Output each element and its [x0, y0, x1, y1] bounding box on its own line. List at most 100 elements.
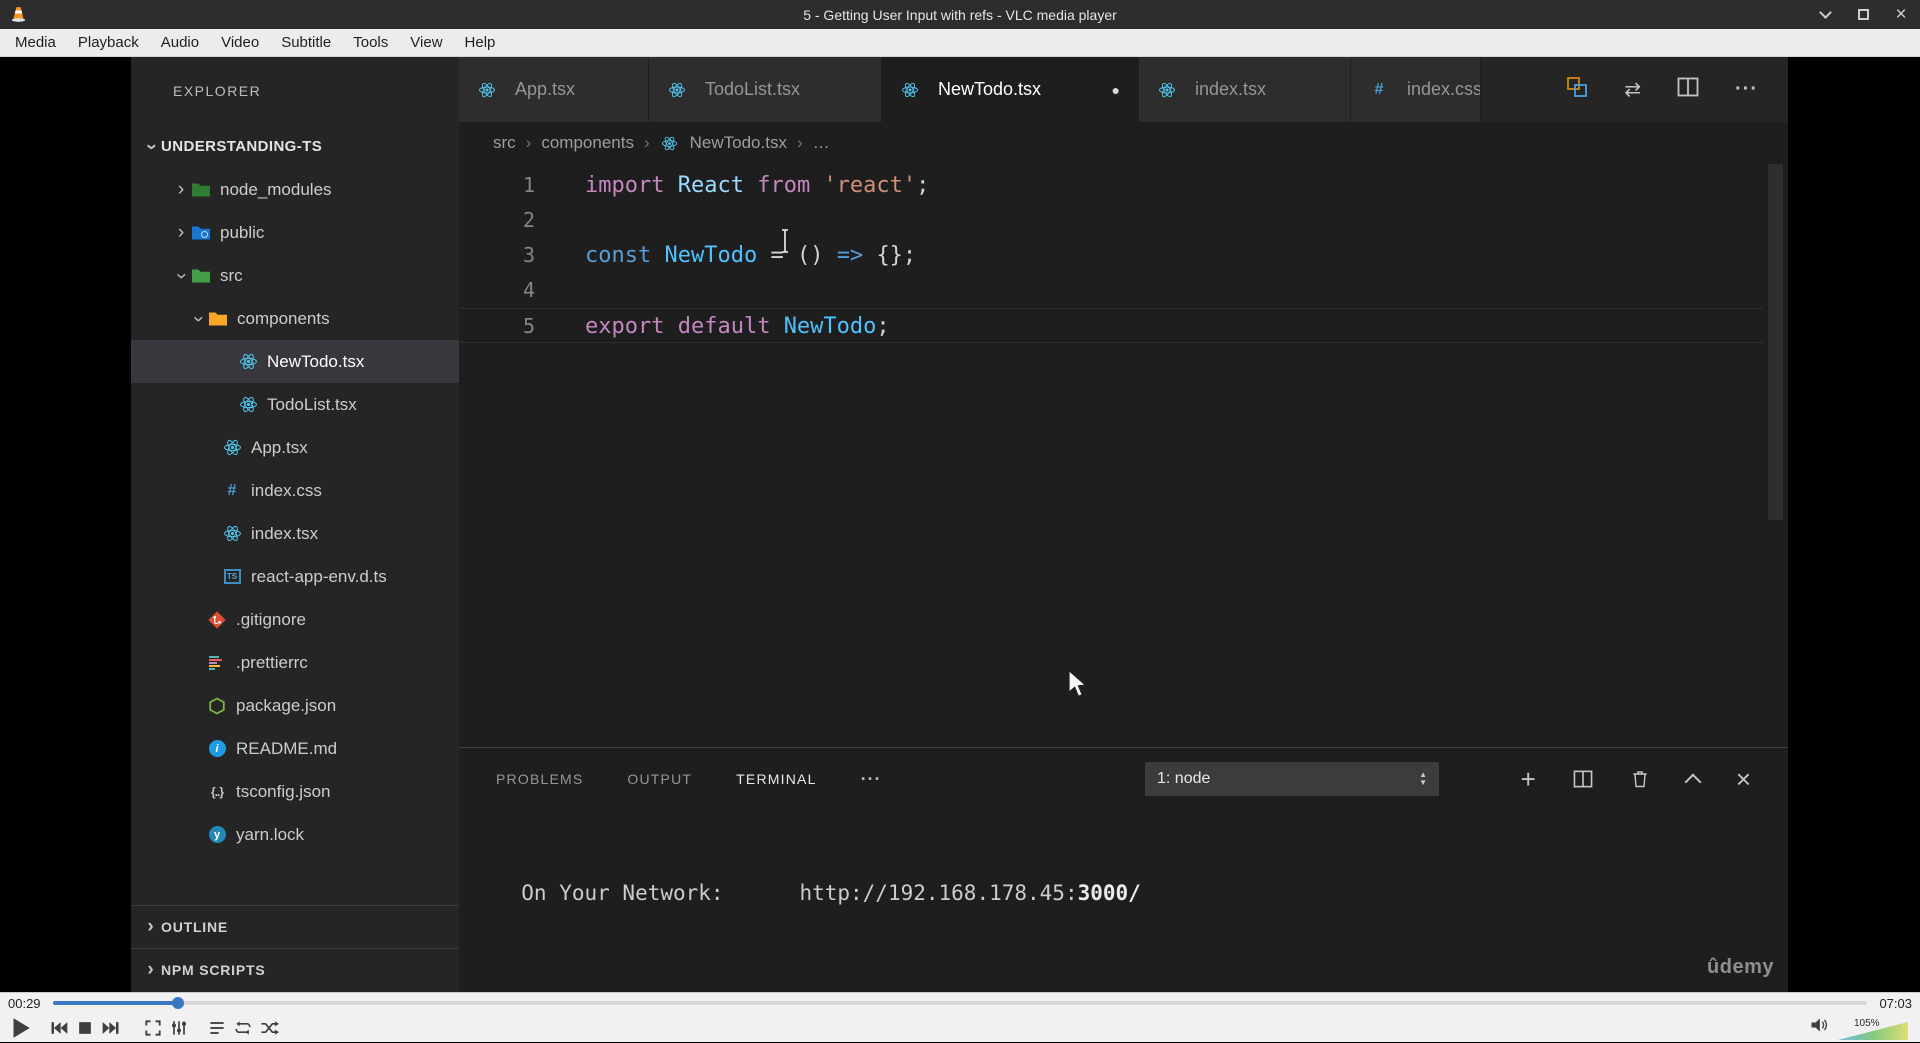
- tab-index-css[interactable]: # index.css: [1351, 57, 1481, 122]
- video-display[interactable]: EXPLORER › UNDERSTANDING-TS › node_modul…: [0, 57, 1920, 992]
- code-line-3: 3 const NewTodo = () => {};: [459, 238, 1763, 273]
- code-line-2: 2: [459, 203, 1763, 238]
- next-button[interactable]: [101, 1018, 121, 1038]
- css-icon: #: [1374, 80, 1384, 98]
- seek-slider[interactable]: [52, 997, 1868, 1009]
- fullscreen-button[interactable]: [143, 1018, 163, 1038]
- tab-output[interactable]: OUTPUT: [627, 771, 692, 787]
- window-title: 5 - Getting User Input with refs - VLC m…: [803, 6, 1117, 23]
- react-icon: [222, 438, 242, 458]
- react-icon: [1157, 80, 1177, 100]
- more-actions-icon[interactable]: ···: [1735, 78, 1758, 101]
- bottom-panel: PROBLEMS OUTPUT TERMINAL ··· 1: node ▲ ▼ …: [459, 747, 1788, 992]
- tree-item-public[interactable]: › public: [131, 211, 459, 254]
- menu-tools[interactable]: Tools: [342, 34, 399, 51]
- react-icon: [222, 524, 242, 544]
- volume-control: 105%: [1808, 1016, 1908, 1040]
- minimize-button[interactable]: [1816, 6, 1834, 24]
- previous-button[interactable]: [49, 1018, 69, 1038]
- tree-item-react-app-env[interactable]: TS react-app-env.d.ts: [131, 555, 459, 598]
- terminal-shell-select[interactable]: 1: node ▲ ▼: [1145, 762, 1439, 796]
- tree-item-readme-md[interactable]: i README.md: [131, 727, 459, 770]
- section-outline[interactable]: › OUTLINE: [131, 905, 459, 948]
- seek-fill: [52, 1001, 178, 1005]
- tree-item-src[interactable]: › src: [131, 254, 459, 297]
- tab-problems[interactable]: PROBLEMS: [496, 771, 583, 787]
- tab-app-tsx[interactable]: App.tsx: [459, 57, 649, 122]
- section-npm-scripts[interactable]: › NPM SCRIPTS: [131, 948, 459, 991]
- tree-root-label: UNDERSTANDING-TS: [161, 138, 323, 155]
- maximize-button[interactable]: [1854, 6, 1872, 24]
- tab-todolist-tsx[interactable]: TodoList.tsx: [649, 57, 882, 122]
- menu-media[interactable]: Media: [4, 34, 67, 51]
- menu-video[interactable]: Video: [210, 34, 270, 51]
- line-number: 4: [522, 278, 535, 302]
- code-editor[interactable]: 1 import React from 'react'; 2 3 const N…: [459, 164, 1763, 747]
- shell-select-value: 1: node: [1157, 770, 1211, 787]
- tree-item-gitignore[interactable]: .gitignore: [131, 598, 459, 641]
- stop-button[interactable]: [75, 1018, 95, 1038]
- breadcrumb-components[interactable]: components: [541, 133, 634, 153]
- vlc-menubar: Media Playback Audio Video Subtitle Tool…: [0, 29, 1920, 57]
- menu-view[interactable]: View: [399, 34, 453, 51]
- tree-item-index-css[interactable]: # index.css: [131, 469, 459, 512]
- folder-node-modules-icon: [191, 180, 211, 200]
- open-changes-icon[interactable]: [1566, 76, 1588, 103]
- chevron-right-icon: ›: [177, 178, 185, 200]
- terminal-output[interactable]: On Your Network: http://192.168.178.45:3…: [496, 826, 1778, 992]
- kill-terminal-icon[interactable]: [1630, 768, 1650, 790]
- split-terminal-icon[interactable]: [1573, 770, 1593, 788]
- code-line-5: 5 export default NewTodo;: [459, 308, 1763, 343]
- menu-help[interactable]: Help: [454, 34, 507, 51]
- tree-item-app-tsx[interactable]: App.tsx: [131, 426, 459, 469]
- more-panel-tabs-icon[interactable]: ···: [861, 769, 882, 790]
- react-icon: [238, 395, 258, 415]
- playlist-button[interactable]: [207, 1018, 227, 1038]
- tree-item-prettierrc[interactable]: .prettierrc: [131, 641, 459, 684]
- breadcrumb-src[interactable]: src: [493, 133, 516, 153]
- tree-item-todolist-tsx[interactable]: TodoList.tsx: [131, 383, 459, 426]
- chevron-right-icon: ›: [147, 916, 155, 937]
- random-button[interactable]: [259, 1018, 279, 1038]
- editor-actions: ⇄ ···: [1566, 57, 1788, 122]
- menu-playback[interactable]: Playback: [67, 34, 150, 51]
- tree-item-tsconfig-json[interactable]: {..} tsconfig.json: [131, 770, 459, 813]
- line-number: 1: [522, 173, 535, 197]
- tree-item-newtodo-tsx[interactable]: NewTodo.tsx: [131, 340, 459, 383]
- volume-slider[interactable]: 105%: [1838, 1018, 1908, 1040]
- breadcrumb-file[interactable]: NewTodo.tsx: [690, 133, 787, 153]
- scrollbar-thumb[interactable]: [1768, 164, 1783, 520]
- split-editor-icon[interactable]: [1677, 77, 1699, 102]
- tab-terminal[interactable]: TERMINAL: [736, 771, 816, 787]
- seek-handle[interactable]: [171, 997, 184, 1009]
- volume-percent: 105%: [1854, 1018, 1880, 1029]
- loop-button[interactable]: [233, 1018, 253, 1038]
- extended-settings-button[interactable]: [169, 1018, 189, 1038]
- compare-changes-icon[interactable]: ⇄: [1624, 77, 1641, 102]
- react-icon: [238, 352, 258, 372]
- tree-item-components[interactable]: › components: [131, 297, 459, 340]
- tree-item-yarn-lock[interactable]: y yarn.lock: [131, 813, 459, 856]
- new-terminal-icon[interactable]: +: [1521, 764, 1536, 795]
- breadcrumb-symbol[interactable]: …: [813, 133, 830, 153]
- tree-item-node-modules[interactable]: › node_modules: [131, 168, 459, 211]
- tree-item-index-tsx[interactable]: index.tsx: [131, 512, 459, 555]
- close-button[interactable]: ×: [1892, 5, 1910, 24]
- unsaved-indicator: ●: [1111, 81, 1120, 98]
- volume-icon[interactable]: [1808, 1015, 1830, 1040]
- terminal-line: On Your Network: http://192.168.178.45:3…: [496, 881, 1141, 905]
- maximize-panel-icon[interactable]: [1684, 770, 1702, 791]
- info-icon: i: [207, 739, 227, 759]
- tree-item-package-json[interactable]: package.json: [131, 684, 459, 727]
- close-panel-icon[interactable]: ×: [1736, 764, 1751, 795]
- tab-newtodo-tsx[interactable]: NewTodo.tsx ●: [882, 57, 1139, 122]
- chevron-down-icon: ›: [171, 272, 192, 279]
- code-line-4: 4: [459, 273, 1763, 308]
- menu-audio[interactable]: Audio: [150, 34, 210, 51]
- tree-root-understanding-ts[interactable]: › UNDERSTANDING-TS: [131, 125, 459, 168]
- tab-index-tsx[interactable]: index.tsx: [1139, 57, 1351, 122]
- menu-subtitle[interactable]: Subtitle: [270, 34, 342, 51]
- editor-scrollbar[interactable]: [1763, 164, 1788, 747]
- play-button[interactable]: [7, 1015, 33, 1041]
